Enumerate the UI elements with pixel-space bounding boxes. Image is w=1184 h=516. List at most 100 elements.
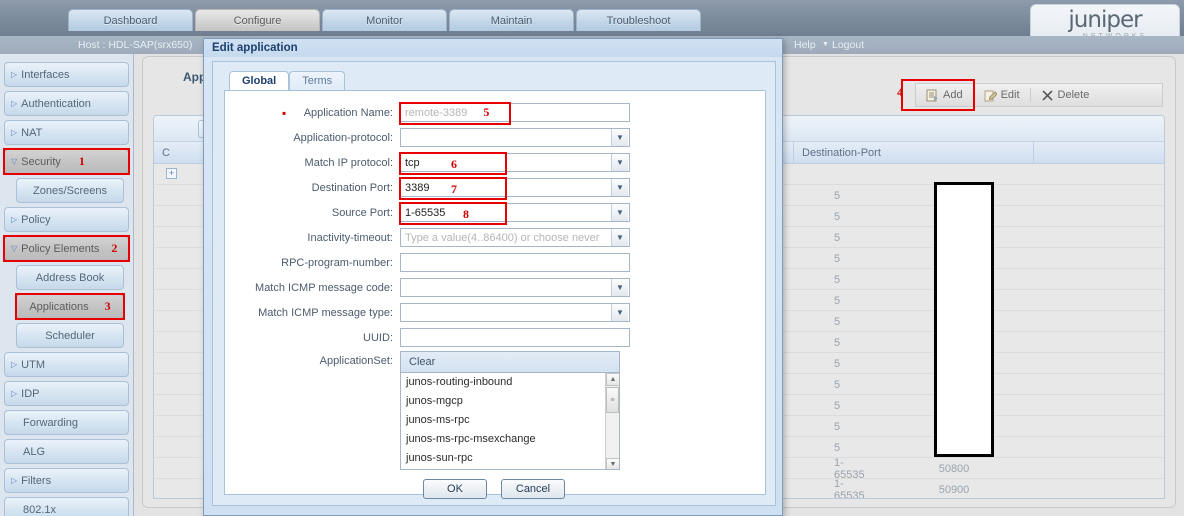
sidebar-item-8021x[interactable]: 802.1x	[4, 497, 129, 516]
chevron-right-icon: ▷	[11, 70, 18, 79]
sidebar-item-security[interactable]: ▽ Security 1	[3, 148, 130, 175]
cancel-button[interactable]: Cancel	[501, 479, 565, 499]
chevron-down-icon[interactable]: ▼	[611, 279, 628, 296]
sidebar-item-interfaces[interactable]: ▷ Interfaces	[4, 62, 129, 87]
sidebar-item-label: ALG	[23, 445, 46, 458]
sidebar-item-label: Zones/Screens	[33, 184, 107, 197]
logout-link[interactable]: Logout	[832, 39, 864, 51]
inactivity-timeout-select[interactable]: Type a value(4..86400) or choose never ▼	[400, 228, 630, 247]
sidebar-item-utm[interactable]: ▷ UTM	[4, 352, 129, 377]
delete-button[interactable]: Delete	[1031, 84, 1100, 106]
cell-source-port: 1-65535	[834, 499, 865, 500]
nav-tab-dashboard[interactable]: Dashboard	[68, 9, 193, 31]
application-set-clear-label: Clear	[409, 356, 436, 368]
tab-global-label: Global	[242, 75, 277, 87]
step-marker-4: 4	[897, 85, 903, 99]
destination-port-select[interactable]: 3389 7 ▼	[399, 177, 630, 200]
chevron-down-icon: ▽	[11, 157, 18, 166]
grid-column-header-destination-port[interactable]: Destination-Port	[794, 142, 1034, 164]
chevron-down-icon[interactable]: ▼	[611, 229, 628, 246]
sidebar-item-label: UTM	[21, 358, 45, 371]
chevron-down-icon: ▼	[822, 41, 829, 48]
application-set-list[interactable]: junos-routing-inbound junos-mgcp junos-m…	[400, 372, 620, 470]
nav-tab-configure[interactable]: Configure	[195, 9, 320, 31]
sidebar-item-label: Security	[21, 155, 61, 168]
grid-toolbar: Add Edit Delete	[915, 83, 1163, 107]
chevron-down-icon[interactable]: ▼	[611, 204, 628, 221]
scroll-down-icon[interactable]: ▼	[606, 458, 619, 469]
sidebar-item-policy-elements[interactable]: ▽ Policy Elements 2	[3, 235, 130, 262]
step-marker-3: 3	[104, 299, 111, 313]
sidebar-item-label: 802.1x	[23, 503, 57, 516]
expand-icon[interactable]: +	[166, 168, 177, 179]
main-navigation-tabs: Dashboard Configure Monitor Maintain Tro…	[68, 9, 703, 31]
rpc-program-number-input[interactable]	[400, 253, 630, 272]
sidebar-item-applications[interactable]: Applications 3	[15, 293, 125, 320]
step-marker-2: 2	[111, 241, 118, 255]
sidebar-item-alg[interactable]: ALG	[4, 439, 129, 464]
step-marker-7: 7	[451, 182, 457, 196]
grid-column-header-extra[interactable]	[1034, 142, 1164, 164]
sidebar-item-label: Filters	[21, 474, 52, 487]
sidebar-item-address-book[interactable]: Address Book	[16, 265, 124, 290]
chevron-down-icon[interactable]: ▼	[611, 179, 628, 196]
add-button[interactable]: Add	[916, 84, 973, 106]
nav-tab-monitor-label: Monitor	[366, 14, 403, 27]
source-port-select[interactable]: 1-65535 8 ▼	[399, 202, 630, 225]
sidebar-item-label: NAT	[21, 126, 43, 139]
sidebar-item-filters[interactable]: ▷ Filters	[4, 468, 129, 493]
nav-tab-monitor[interactable]: Monitor	[322, 9, 447, 31]
help-menu[interactable]: Help	[794, 39, 816, 51]
scrollbar-thumb[interactable]: ≡	[606, 387, 619, 413]
list-item[interactable]: junos-routing-inbound	[401, 373, 619, 392]
chevron-down-icon[interactable]: ▼	[611, 129, 628, 146]
sidebar-item-label: IDP	[21, 387, 40, 400]
nav-tab-maintain[interactable]: Maintain	[449, 9, 574, 31]
scroll-up-icon[interactable]: ▲	[606, 373, 619, 386]
nav-tab-troubleshoot[interactable]: Troubleshoot	[576, 9, 701, 31]
label-inactivity-timeout: Inactivity-timeout:	[307, 231, 393, 244]
redaction-overlay	[934, 182, 994, 457]
dialog-tabs: Global Terms	[229, 71, 346, 90]
sidebar-item-idp[interactable]: ▷ IDP	[4, 381, 129, 406]
list-scrollbar[interactable]: ▲ ≡ ▼	[605, 373, 619, 469]
application-name-input[interactable]: remote-3389 5	[399, 102, 630, 125]
sidebar-item-nat[interactable]: ▷ NAT	[4, 120, 129, 145]
edit-button-label: Edit	[1000, 89, 1020, 101]
required-asterisk-icon: ▪	[282, 105, 287, 120]
sidebar-item-policy[interactable]: ▷ Policy	[4, 207, 129, 232]
tab-terms[interactable]: Terms	[289, 71, 346, 90]
uuid-input[interactable]	[400, 328, 630, 347]
match-icmp-message-code-select[interactable]: ▼	[400, 278, 630, 297]
field-row-inactivity-timeout: Inactivity-timeout: Type a value(4..8640…	[225, 226, 765, 249]
list-item[interactable]: junos-sun-rpc	[401, 449, 619, 468]
list-item[interactable]: junos-ms-rpc	[401, 411, 619, 430]
sidebar-item-scheduler[interactable]: Scheduler	[16, 323, 124, 348]
chevron-down-icon[interactable]: ▼	[611, 304, 628, 321]
chevron-down-icon[interactable]: ▼	[611, 154, 628, 171]
list-item[interactable]: junos-ms-rpc-msexchange	[401, 430, 619, 449]
juniper-logo-wordmark: juniper	[1068, 6, 1142, 33]
edit-application-dialog: Edit application Global Terms ▪ Applicat…	[203, 38, 783, 516]
field-row-destination-port: Destination Port: 3389 7 ▼	[225, 176, 765, 200]
nav-tab-troubleshoot-label: Troubleshoot	[606, 14, 671, 27]
label-application-name: ▪ Application Name:	[225, 105, 400, 120]
destination-port-value: 3389	[405, 181, 430, 194]
sidebar-item-forwarding[interactable]: Forwarding	[4, 410, 129, 435]
application-set-clear-button[interactable]: Clear	[400, 351, 620, 372]
field-row-source-port: Source Port: 1-65535 8 ▼	[225, 201, 765, 225]
sidebar-item-zones-screens[interactable]: Zones/Screens	[16, 178, 124, 203]
ok-button[interactable]: OK	[423, 479, 487, 499]
application-protocol-select[interactable]: ▼	[400, 128, 630, 147]
sidebar-item-label: Policy Elements	[21, 242, 100, 255]
sidebar-item-authentication[interactable]: ▷ Authentication	[4, 91, 129, 116]
host-label: Host : HDL-SAP(srx650)	[78, 39, 193, 51]
match-icmp-message-type-select[interactable]: ▼	[400, 303, 630, 322]
list-item[interactable]: junos-mgcp	[401, 392, 619, 411]
label-match-icmp-message-code: Match ICMP message code:	[255, 281, 393, 294]
field-row-application-set: ApplicationSet: Clear junos-routing-inbo…	[225, 351, 765, 470]
match-ip-protocol-select[interactable]: tcp 6 ▼	[399, 152, 630, 175]
edit-button[interactable]: Edit	[974, 84, 1030, 106]
tab-global[interactable]: Global	[229, 71, 290, 90]
field-row-rpc-program-number: RPC-program-number:	[225, 251, 765, 274]
